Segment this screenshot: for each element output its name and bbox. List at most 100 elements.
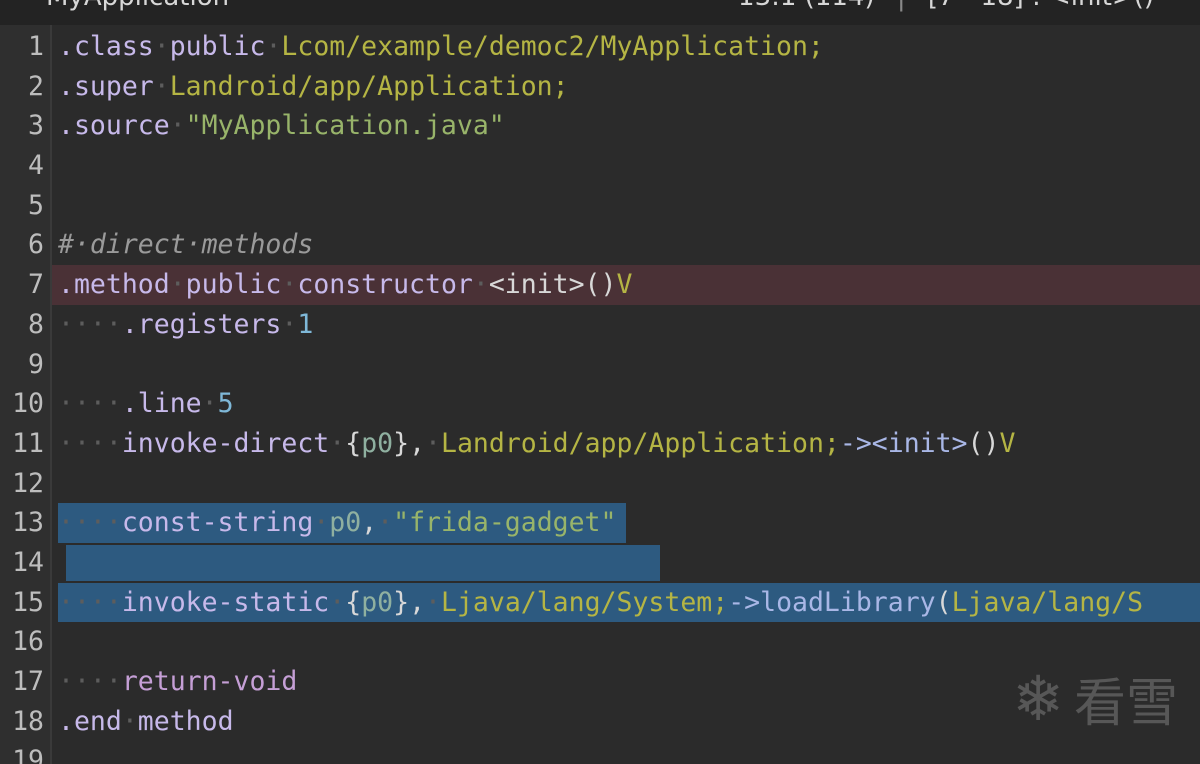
code-text[interactable]: ····.line·5 (58, 384, 234, 424)
whitespace-marker: · (425, 427, 441, 459)
watermark-text: 看雪 (1073, 674, 1178, 734)
whitespace-marker: · (329, 427, 346, 459)
line-number: 9 (28, 348, 44, 380)
code-line[interactable]: 3 .source·"MyApplication.java" (0, 106, 1200, 146)
whitespace-marker: · (313, 507, 330, 539)
whitespace-marker: · (472, 269, 489, 301)
whitespace-marker: · (377, 507, 394, 539)
code-token: Landroid/app/Application; (441, 427, 840, 459)
code-text[interactable]: .super·Landroid/app/Application; (58, 67, 569, 107)
line-number: 8 (28, 308, 44, 340)
code-token: <init>() (488, 269, 617, 301)
line-number: 16 (12, 626, 44, 658)
whitespace-marker: · (169, 269, 186, 301)
code-text[interactable]: .source·"MyApplication.java" (58, 106, 505, 146)
code-token: }, (393, 427, 426, 459)
code-token: #·direct·methods (58, 229, 314, 261)
whitespace-marker: ···· (58, 666, 122, 697)
code-token: 1 (297, 308, 314, 340)
whitespace-marker: · (201, 388, 218, 420)
code-line[interactable]: 15 ····invoke-static·{p0},·Ljava/lang/Sys… (0, 582, 1200, 623)
code-token: loadLibrary (760, 586, 936, 618)
code-text[interactable]: ····.registers·1 (58, 305, 313, 345)
code-text[interactable]: .end·method (58, 702, 234, 742)
line-number: 2 (28, 70, 44, 102)
code-token: }, (393, 586, 426, 618)
code-line[interactable]: 2 .super·Landroid/app/Application; (0, 67, 1200, 107)
line-number: 15 (12, 586, 44, 618)
status-separator: | (897, 0, 906, 12)
code-token: Ljava/lang/S (951, 586, 1144, 618)
whitespace-marker: · (169, 110, 186, 142)
code-token: p0 (329, 507, 362, 539)
method-range: [7 - 18] : <init>() (928, 0, 1154, 12)
code-token: "frida-gadget" (393, 507, 617, 539)
code-text[interactable]: ····const-string·p0,·"frida-gadget" (58, 503, 627, 543)
code-token: constructor (297, 269, 473, 301)
whitespace-marker: · (281, 269, 298, 301)
whitespace-marker: · (121, 705, 138, 737)
code-token: invoke-direct (121, 427, 330, 459)
code-token: .class (58, 31, 154, 62)
code-token: <init> (871, 427, 968, 459)
code-line[interactable]: 5 (0, 186, 1200, 226)
code-text[interactable]: ····return-void (58, 662, 297, 702)
whitespace-marker: · (153, 70, 170, 102)
code-token: ( (935, 586, 952, 618)
code-token: .line (121, 388, 202, 420)
code-text[interactable]: #·direct·methods (58, 225, 313, 265)
code-token: const-string (121, 507, 314, 539)
code-token: .source (58, 110, 170, 142)
code-editor[interactable]: 1 .class·public·Lcom/example/democ2/MyApp… (0, 27, 1200, 764)
code-line[interactable]: 8 ····.registers·1 (0, 305, 1200, 345)
code-token: Ljava/lang/System; (441, 586, 729, 618)
code-token: Lcom/example/democ2/MyApplication; (281, 31, 824, 62)
whitespace-marker: ···· (58, 388, 122, 420)
code-line[interactable]: 1 .class·public·Lcom/example/democ2/MyApp… (0, 27, 1200, 67)
code-token: public (169, 31, 266, 62)
code-token: V (616, 269, 633, 301)
whitespace-marker: ···· (58, 308, 122, 340)
line-number: 6 (28, 229, 44, 261)
line-number: 4 (28, 150, 44, 182)
code-line[interactable]: 16 (0, 622, 1200, 662)
code-token: p0 (361, 427, 394, 459)
code-line[interactable]: 19 (0, 741, 1200, 764)
code-line[interactable]: 13 ····const-string·p0,·"frida-gadget" (0, 503, 1200, 543)
file-title[interactable]: MyApplication (46, 0, 229, 12)
code-token: { (345, 427, 362, 459)
cursor-status: 13:1 (114) | [7 - 18] : <init>() (738, 0, 1154, 12)
line-number: 12 (12, 467, 44, 499)
code-line[interactable]: 11 ····invoke-direct·{p0},·Landroid/app/A… (0, 424, 1200, 464)
code-line[interactable]: 14 (0, 543, 1200, 583)
code-token: V (999, 427, 1016, 459)
line-number: 19 (12, 745, 44, 764)
selection-highlight (66, 544, 660, 581)
code-text[interactable]: ····invoke-direct·{p0},·Landroid/app/App… (58, 424, 1015, 464)
code-line[interactable]: 10 ····.line·5 (0, 384, 1200, 424)
watermark: ❄ 看雪 (1012, 661, 1178, 736)
code-line[interactable]: 9 (0, 345, 1200, 385)
code-text[interactable]: .method·public·constructor·<init>()V (58, 265, 632, 305)
code-text[interactable]: ····invoke-static·{p0},·Ljava/lang/Syste… (58, 582, 1200, 623)
line-number: 1 (28, 31, 44, 62)
code-token: .method (58, 269, 170, 301)
code-line[interactable]: 6 #·direct·methods (0, 225, 1200, 265)
whitespace-marker: ···· (58, 586, 122, 618)
code-token: .super (58, 70, 154, 102)
code-token: { (345, 586, 362, 618)
code-line[interactable]: 12 (0, 464, 1200, 504)
code-token: -> (728, 586, 761, 618)
line-number: 14 (12, 546, 44, 578)
code-token: , (361, 507, 378, 539)
snowflake-icon: ❄ (1012, 662, 1064, 735)
line-number: 10 (12, 388, 44, 420)
code-token: public (185, 269, 282, 301)
code-line[interactable]: 7 .method·public·constructor·<init>()V (0, 265, 1200, 305)
whitespace-marker: · (329, 586, 346, 618)
whitespace-marker: · (425, 586, 441, 618)
code-token: Landroid/app/Application; (169, 70, 569, 102)
code-line[interactable]: 4 (0, 146, 1200, 186)
code-text[interactable]: .class·public·Lcom/example/democ2/MyAppl… (58, 27, 824, 67)
cursor-position: 13:1 (114) (738, 0, 875, 12)
